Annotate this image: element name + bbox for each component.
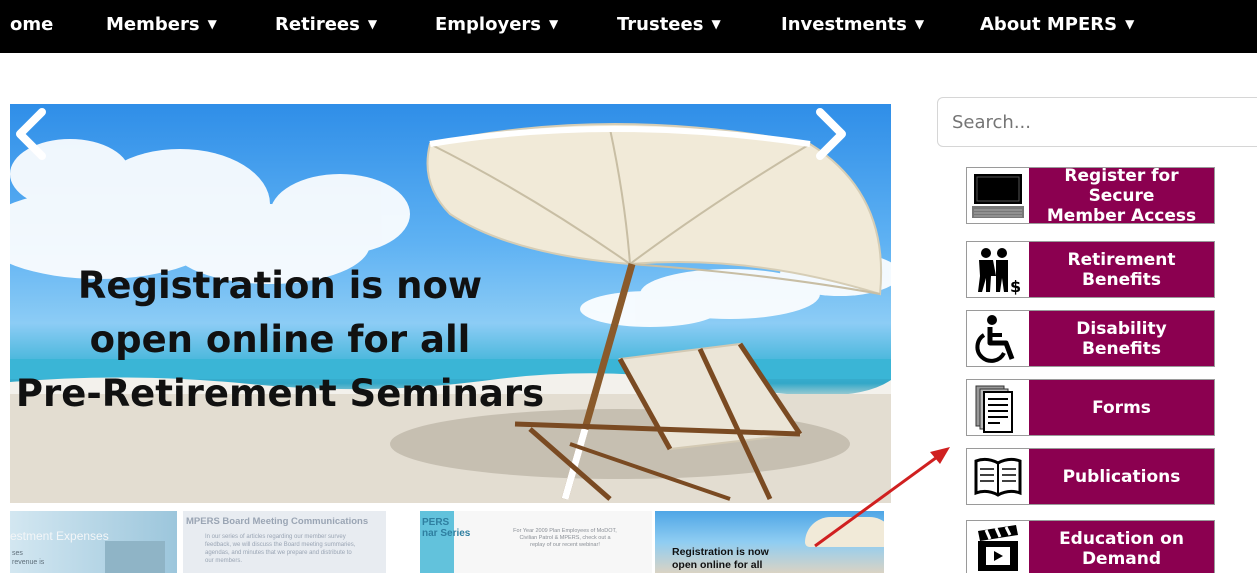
thumbnail-registration[interactable]: Registration is now open online for all (655, 511, 884, 573)
nav-members-label: Members (106, 14, 200, 35)
hero-headline: Registration is now open online for all … (10, 259, 550, 421)
nav-trustees[interactable]: Trustees ▼ (617, 14, 721, 35)
publications-label: Publications (1029, 449, 1214, 504)
thumbnail-board-meeting[interactable]: MPERS Board Meeting Communications In ou… (183, 511, 386, 573)
caret-down-icon: ▼ (1125, 17, 1135, 31)
nav-retirees-label: Retirees (275, 14, 360, 35)
nav-employers-label: Employers (435, 14, 542, 35)
nav-trustees-label: Trustees (617, 14, 704, 35)
thumbnail-title: MPERS Board Meeting Communications (186, 516, 369, 527)
thumbnail-investment-expenses[interactable]: estment Expenses ses revenue is (10, 511, 177, 573)
nav-investments[interactable]: Investments ▼ (781, 14, 924, 35)
register-secure-access-button[interactable]: Register for Secure Member Access (966, 166, 1215, 226)
caret-down-icon: ▼ (367, 17, 378, 31)
umbrella-image (805, 517, 884, 547)
nav-investments-label: Investments (781, 14, 907, 35)
retirement-benefits-label: Retirement Benefits (1029, 242, 1214, 297)
thumbnail-body: ses revenue is (12, 550, 45, 566)
open-book-icon (967, 449, 1029, 504)
education-on-demand-label: Education on Demand (1029, 521, 1214, 573)
search-input[interactable] (937, 97, 1257, 147)
wheelchair-icon (967, 311, 1029, 366)
thumbnail-body: For Year 2009 Plan Employees of MoDOT, C… (513, 528, 617, 548)
publications-button[interactable]: Publications (966, 448, 1215, 505)
caret-down-icon: ▼ (711, 17, 721, 31)
hero-line-3: Pre-Retirement Seminars (15, 372, 545, 415)
slider-thumbnails: estment Expenses ses revenue is MPERS Bo… (10, 511, 884, 573)
nav-home[interactable]: ome (10, 14, 53, 35)
thumbnail-title: estment Expenses (10, 529, 109, 543)
forms-button[interactable]: Forms (966, 379, 1215, 436)
chevron-right-icon[interactable] (810, 104, 850, 164)
chevron-left-icon[interactable] (12, 104, 52, 164)
thumbnail-body: In our series of articles regarding our … (205, 534, 356, 564)
caret-down-icon: ▼ (207, 17, 217, 31)
nav-employers[interactable]: Employers ▼ (435, 14, 558, 35)
retirees-money-icon: $ (967, 242, 1029, 297)
video-clapper-icon (967, 521, 1029, 573)
svg-text:$: $ (1010, 277, 1021, 296)
thumbnail-title: Registration is now open online for all (672, 546, 769, 571)
education-on-demand-button[interactable]: Education on Demand (966, 520, 1215, 573)
thumbnail-title: PERS nar Series (422, 517, 471, 539)
documents-icon (967, 380, 1029, 435)
register-secure-access-label: Register for Secure Member Access (1029, 166, 1214, 226)
caret-down-icon: ▼ (914, 17, 925, 31)
disability-benefits-button[interactable]: Disability Benefits (966, 310, 1215, 367)
disability-benefits-label: Disability Benefits (1029, 311, 1214, 366)
hero-slider[interactable]: Registration is now open online for all … (10, 104, 891, 503)
building-image (105, 541, 165, 573)
forms-label: Forms (1029, 380, 1214, 435)
nav-home-label: ome (10, 14, 54, 35)
retirement-benefits-button[interactable]: $ Retirement Benefits (966, 241, 1215, 298)
nav-about[interactable]: About MPERS ▼ (980, 14, 1134, 35)
nav-retirees[interactable]: Retirees ▼ (275, 14, 377, 35)
nav-about-label: About MPERS (980, 14, 1118, 35)
hero-line-2: open online for all (89, 318, 471, 361)
laptop-icon (967, 168, 1029, 223)
hero-line-1: Registration is now (77, 264, 483, 307)
caret-down-icon: ▼ (549, 17, 559, 31)
top-nav: ome Members ▼ Retirees ▼ Employers ▼ Truste… (0, 0, 1257, 53)
nav-members[interactable]: Members ▼ (106, 14, 217, 35)
thumbnail-seminar-series[interactable]: PERS nar Series For Year 2009 Plan Emplo… (420, 511, 652, 573)
